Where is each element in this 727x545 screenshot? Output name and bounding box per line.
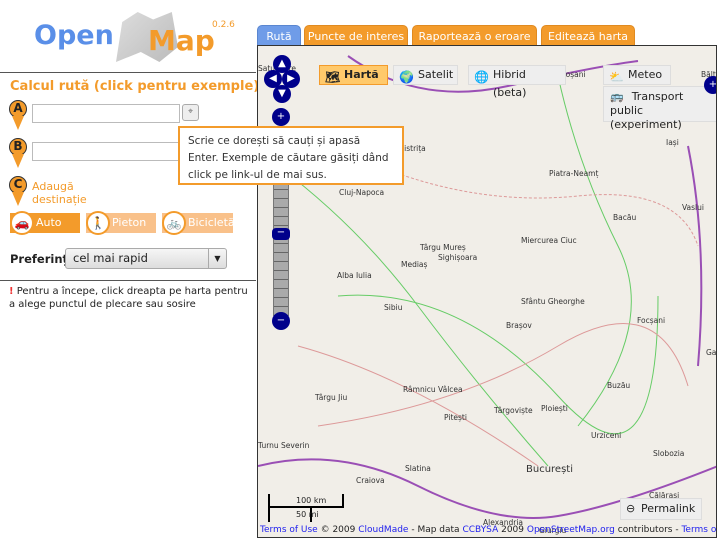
attr-text: - Map data [408, 525, 463, 535]
city-label: Miercurea Ciuc [521, 236, 577, 245]
city-label: Vaslui [682, 203, 704, 212]
mode-auto-button[interactable]: 🚗 Auto [10, 211, 80, 235]
zoom-handle[interactable]: − [272, 228, 290, 240]
divider [0, 72, 256, 73]
bus-icon: 🚌 [610, 90, 624, 103]
start-input[interactable] [32, 104, 180, 123]
divider [0, 280, 256, 281]
layer-map-button[interactable]: 🗺 Hartă [319, 65, 388, 85]
city-label: Târgu Mureș [420, 243, 466, 252]
mode-bicycle-button[interactable]: 🚲 Bicicletă [162, 211, 235, 235]
permalink-label: Permalink [641, 502, 696, 515]
city-label: Râmnicu Vâlcea [403, 385, 463, 394]
city-label: Târgu Jiu [315, 393, 348, 402]
city-label: Sighișoara [438, 253, 478, 262]
city-label: Urziceni [591, 431, 622, 440]
globe-icon: 🌍 [399, 70, 414, 84]
logo-open-text: Open [34, 20, 114, 51]
route-title-link[interactable]: Calcul rută (click pentru exemple) [10, 79, 259, 94]
mode-label: Pieton [112, 216, 147, 229]
city-label: Brașov [506, 321, 532, 330]
link-icon: ⊖ [626, 502, 636, 515]
openmap-logo[interactable]: Open Map 0.2.6 [30, 8, 235, 66]
search-tooltip: Scrie ce dorești să cauți și apasă Enter… [178, 126, 404, 185]
layer-satellite-button[interactable]: 🌍 Satelit [393, 65, 458, 85]
tab-report-error[interactable]: Raportează o eroare [412, 25, 537, 46]
city-label: Sibiu [384, 303, 403, 312]
map-canvas[interactable]: Botoșani Bălți Iași Bistrița Piatra-Neamț Clu… [257, 45, 717, 538]
hint-text: ! Pentru a începe, click dreapta pe hart… [9, 285, 249, 311]
pin-c-icon: C [9, 176, 27, 206]
city-label: București [526, 464, 573, 475]
weather-icon: ⛅ [609, 70, 624, 84]
preferences-value: cel mai rapid [73, 251, 148, 265]
map-icon: 🗺 [325, 70, 341, 84]
layer-label: Meteo [628, 68, 663, 81]
version: 0.2.6 [212, 20, 235, 30]
destination-input[interactable] [32, 142, 180, 161]
terms-link-2[interactable]: Terms of Use [681, 525, 716, 535]
attribution: Terms of Use © 2009 CloudMade - Map data… [260, 525, 716, 535]
layer-label: Hibrid (beta) [493, 68, 527, 99]
city-label: Bacău [613, 213, 637, 222]
city-label: Cluj-Napoca [339, 188, 385, 197]
preferences-select[interactable]: cel mai rapid ▼ [65, 248, 227, 269]
layer-transport-button[interactable]: 🚌 Transport public (experiment) [603, 86, 716, 131]
city-label: Alba Iulia [337, 271, 372, 280]
tab-edit-map[interactable]: Editează harta [541, 25, 635, 46]
pin-b-icon: B [9, 138, 27, 168]
pedestrian-icon: 🚶 [86, 211, 110, 235]
city-label: Buzău [607, 381, 631, 390]
tab-poi[interactable]: Puncte de interes [304, 25, 408, 46]
city-label: Iași [666, 138, 679, 147]
scale-km: 100 km [296, 496, 327, 505]
hybrid-icon: 🌐 [474, 70, 489, 84]
expand-icon[interactable]: + [704, 76, 716, 94]
chevron-down-icon: ▼ [208, 249, 226, 268]
permalink-button[interactable]: ⊖ Permalink [620, 498, 702, 520]
attr-text: © 2009 [317, 525, 359, 535]
tab-route[interactable]: Rută [257, 25, 301, 46]
city-label: Slobozia [653, 449, 685, 458]
attr-text: 2009 [498, 525, 527, 535]
scale-mi: 50 mi [296, 510, 319, 519]
city-label: Sfântu Gheorghe [521, 297, 585, 306]
city-label: Piatra-Neamț [549, 169, 599, 178]
city-label: Galați [706, 348, 717, 357]
scale-bar: 100 km 50 mi [266, 494, 346, 522]
city-label: Turnu Severin [258, 441, 310, 450]
mode-pedestrian-button[interactable]: 🚶 Pieton [86, 211, 156, 235]
city-label: Târgoviște [494, 406, 533, 415]
logo-map-text: Map [148, 24, 215, 57]
city-label: Focșani [637, 316, 666, 325]
crosshair-icon[interactable]: ⌖ [182, 104, 199, 121]
zoom-out-icon[interactable]: − [272, 312, 290, 330]
pin-a-icon: A [9, 100, 27, 130]
layer-label: Satelit [418, 68, 454, 81]
layer-hybrid-button[interactable]: 🌐 Hibrid (beta) [468, 65, 566, 99]
city-label: Slatina [405, 464, 431, 473]
city-label: Craiova [356, 476, 385, 485]
city-label: Mediaș [401, 260, 428, 269]
terms-link[interactable]: Terms of Use [260, 525, 318, 535]
zoom-in-icon[interactable]: + [272, 108, 290, 126]
car-icon: 🚗 [10, 211, 34, 235]
cloudmade-link[interactable]: CloudMade [358, 525, 408, 535]
city-label: Pitești [444, 413, 467, 422]
add-destination-link[interactable]: Adaugă destinație [32, 180, 92, 206]
layer-label: Hartă [344, 68, 379, 81]
mode-label: Auto [36, 216, 62, 229]
attr-text: contributors - [614, 525, 682, 535]
pan-control[interactable]: ▲ ◀ ▶ ▼ [264, 55, 300, 103]
osm-link[interactable]: OpenStreetMap.org [527, 525, 615, 535]
ccbysa-link[interactable]: CCBYSA [462, 525, 498, 535]
hint-message: Pentru a începe, click dreapta pe harta … [9, 286, 248, 310]
bicycle-icon: 🚲 [162, 211, 186, 235]
pan-down-icon[interactable]: ▼ [273, 85, 291, 103]
mode-label: Bicicletă [188, 216, 235, 229]
city-label: Ploiești [541, 404, 568, 413]
layer-weather-button[interactable]: ⛅ Meteo [603, 65, 671, 85]
